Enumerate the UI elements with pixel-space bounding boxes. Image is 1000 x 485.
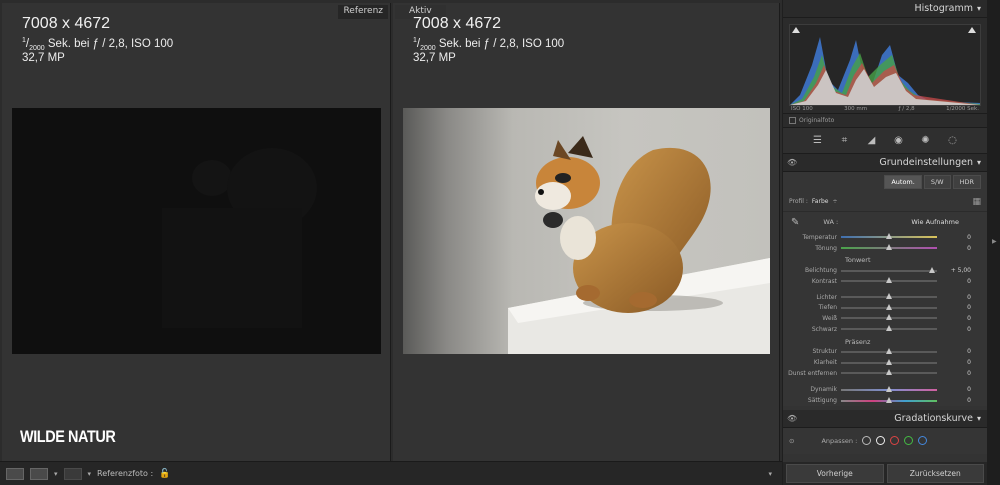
filmstrip-toggle-icon[interactable]: ▾ [768, 470, 772, 478]
reference-pane[interactable]: Referenz 7008 x 4672 1/2000 Sek. bei ƒ /… [2, 3, 391, 461]
healing-icon[interactable]: ◢ [866, 135, 878, 147]
reference-tag: Referenz [338, 5, 388, 19]
histogram-aperture: ƒ / 2,8 [898, 106, 915, 112]
wb-select[interactable]: Wie Aufnahme [911, 218, 959, 226]
eyedropper-icon[interactable]: ✎ [791, 217, 799, 228]
develop-panel: Histogramm ▾ ISO 100 300 mm ƒ / 2,8 1/20… [783, 0, 987, 485]
active-megapixels: 32,7 MP [413, 52, 456, 64]
whites-slider[interactable]: Weiß 0 [783, 313, 987, 324]
mask-icon[interactable]: ✺ [920, 135, 932, 147]
original-photo-row: Originalfoto [783, 114, 987, 128]
compare-view-button[interactable] [30, 467, 48, 480]
contrast-slider[interactable]: Kontrast 0 [783, 276, 987, 287]
profile-select[interactable]: Farbe [812, 198, 829, 205]
adjust-label: Anpassen : [821, 436, 858, 445]
shadows-slider[interactable]: Tiefen 0 [783, 302, 987, 314]
dehaze-slider[interactable]: Dunst entfernen 0 [783, 367, 987, 379]
clarity-slider[interactable]: Klarheit 0 [783, 357, 987, 368]
treatment-modes: Autom. S/W HDR [783, 172, 987, 192]
profile-chevron-icon[interactable]: ÷ [832, 198, 837, 205]
compare-view: Referenz 7008 x 4672 1/2000 Sek. bei ƒ /… [0, 0, 782, 461]
histogram-header[interactable]: Histogramm ▾ [783, 0, 987, 18]
profile-label: Profil : [789, 198, 808, 205]
crop-icon[interactable]: ⌗ [839, 135, 851, 147]
presence-section-label: Präsenz [783, 334, 987, 347]
original-photo-label: Originalfoto [799, 117, 835, 124]
histogram-info: ISO 100 300 mm ƒ / 2,8 1/2000 Sek. [789, 106, 981, 112]
exposure-slider[interactable]: Belichtung + 5,00 [783, 265, 987, 277]
survey-dropdown-icon[interactable]: ▾ [88, 470, 92, 478]
basic-title: Grundeinstellungen [879, 157, 973, 168]
tone-curve-header[interactable]: 👁 Gradationskurve ▾ [783, 409, 987, 428]
active-exposure: 1/2000 Sek. bei ƒ / 2,8, ISO 100 [413, 37, 565, 53]
tone-curve-title: Gradationskurve [894, 412, 973, 424]
histogram-iso: ISO 100 [791, 106, 813, 112]
tool-strip: ☰ ⌗ ◢ ◉ ✺ ◌ [783, 128, 987, 154]
previous-button[interactable]: Vorherige [786, 464, 884, 483]
green-channel-icon[interactable] [904, 436, 914, 446]
white-balance-row: ✎ WA : Wie Aufnahme [783, 212, 987, 232]
compare-dropdown-icon[interactable]: ▾ [54, 470, 58, 478]
visibility-eye-icon[interactable]: 👁 [787, 414, 797, 423]
compare-toolbar: ▾ ▾ Referenzfoto : 🔓 ▾ [0, 461, 782, 485]
curve-adjust-row: ⊙ Anpassen : [783, 427, 987, 454]
active-pane[interactable]: Aktiv 7008 x 4672 1/2000 Sek. bei ƒ / 2,… [393, 3, 780, 461]
histogram-section: ISO 100 300 mm ƒ / 2,8 1/2000 Sek. [783, 18, 987, 114]
survey-view-button[interactable] [63, 467, 82, 480]
reference-dimensions: 7008 x 4672 [22, 15, 111, 32]
auto-button[interactable]: Autom. [884, 175, 922, 189]
watermark: WILDE NATUR [20, 427, 116, 446]
hdr-button[interactable]: HDR [952, 175, 981, 189]
edit-sliders-icon[interactable]: ☰ [812, 135, 824, 147]
wb-label: WA : [823, 218, 839, 226]
histogram-graph [790, 27, 980, 105]
histogram-shutter: 1/2000 Sek. [946, 106, 979, 112]
histogram-title: Histogramm [914, 3, 973, 14]
tone-section-label: Tonwert [783, 253, 987, 266]
texture-slider[interactable]: Struktur 0 [783, 346, 987, 358]
collapse-triangle-icon[interactable]: ▾ [977, 158, 981, 167]
reference-megapixels: 32,7 MP [22, 52, 65, 64]
active-photo[interactable] [403, 108, 770, 354]
expand-arrow-icon[interactable]: ▶ [992, 238, 997, 245]
reference-exposure: 1/2000 Sek. bei ƒ / 2,8, ISO 100 [22, 37, 174, 53]
collapse-triangle-icon[interactable]: ▾ [977, 414, 981, 423]
saturation-slider[interactable]: Sättigung 0 [783, 395, 987, 406]
right-panel-edge[interactable]: ▶ [987, 0, 1000, 485]
bw-button[interactable]: S/W [923, 175, 951, 189]
highlights-slider[interactable]: Lichter 0 [783, 291, 987, 303]
blacks-slider[interactable]: Schwarz 0 [783, 323, 987, 335]
squirrel-photo [508, 136, 770, 354]
histogram[interactable] [789, 24, 981, 106]
red-eye-icon[interactable]: ◉ [893, 135, 905, 147]
vibrance-slider[interactable]: Dynamik 0 [783, 384, 987, 396]
original-photo-checkbox[interactable] [789, 117, 796, 124]
tint-slider[interactable]: Tönung 0 [783, 242, 987, 254]
reset-button[interactable]: Zurücksetzen [886, 464, 984, 483]
red-channel-icon[interactable] [890, 436, 900, 446]
histogram-focal: 300 mm [844, 106, 868, 112]
temperature-slider[interactable]: Temperatur 0 [783, 232, 987, 243]
active-dimensions: 7008 x 4672 [413, 15, 502, 32]
blue-channel-icon[interactable] [918, 436, 928, 446]
basic-header[interactable]: 👁 Grundeinstellungen ▾ [783, 154, 987, 172]
loupe-view-button[interactable] [6, 467, 24, 480]
visibility-eye-icon[interactable]: 👁 [787, 158, 797, 167]
profile-browser-icon[interactable]: ▦ [972, 197, 981, 207]
profile-row: Profil : Farbe ÷ ▦ [783, 192, 987, 212]
reference-photo-dark-silhouette [162, 148, 317, 328]
target-adjust-icon[interactable]: ⊙ [789, 437, 794, 445]
collapse-triangle-icon[interactable]: ▾ [977, 4, 981, 13]
point-curve-white-icon[interactable] [876, 436, 886, 446]
presets-icon[interactable]: ◌ [947, 135, 959, 147]
reference-photo-label: Referenzfoto : [97, 469, 154, 478]
reference-photo[interactable] [12, 108, 381, 354]
parametric-curve-icon[interactable] [862, 436, 872, 446]
lock-icon[interactable]: 🔓 [159, 469, 170, 479]
bottom-buttons: Vorherige Zurücksetzen [783, 462, 987, 485]
